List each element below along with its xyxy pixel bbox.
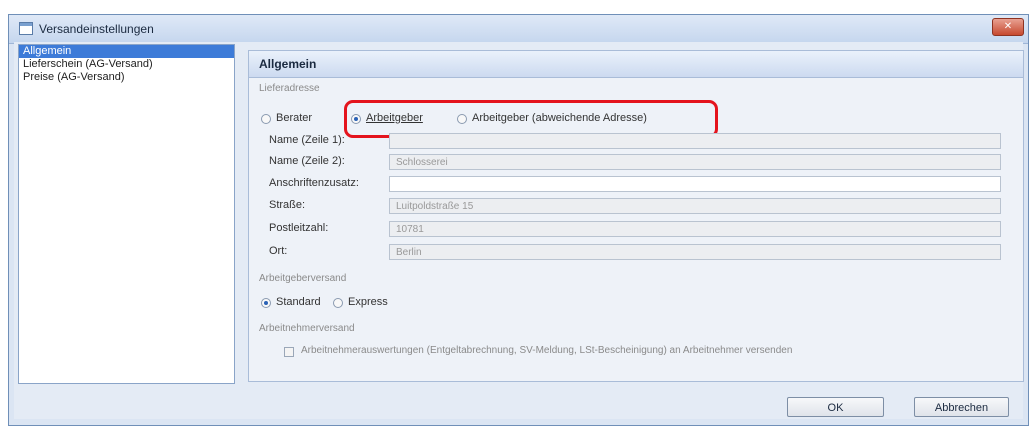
ok-button[interactable]: OK xyxy=(787,397,884,417)
radio-berater[interactable] xyxy=(261,114,271,124)
lieferadresse-group-title: Lieferadresse xyxy=(259,83,320,94)
postleitzahl-input[interactable] xyxy=(389,221,1001,237)
ort-input[interactable] xyxy=(389,244,1001,260)
name-zeile1-label: Name (Zeile 1): xyxy=(269,134,345,146)
name-zeile1-input[interactable] xyxy=(389,133,1001,149)
anschriftenzusatz-label: Anschriftenzusatz: xyxy=(269,177,359,189)
nav-item-lieferschein[interactable]: Lieferschein (AG-Versand) xyxy=(19,58,234,71)
navigation-list: Allgemein Lieferschein (AG-Versand) Prei… xyxy=(18,44,235,384)
arbeitnehmer-checkbox-label[interactable]: Arbeitnehmerauswertungen (Entgeltabrechn… xyxy=(301,345,792,356)
strasse-label: Straße: xyxy=(269,199,306,211)
arbeitnehmerversand-group-title: Arbeitnehmerversand xyxy=(259,323,355,334)
radio-berater-label[interactable]: Berater xyxy=(276,112,312,124)
ort-label: Ort: xyxy=(269,245,288,257)
name-zeile2-input[interactable] xyxy=(389,154,1001,170)
window-icon xyxy=(19,22,33,35)
dialog-content: Allgemein Lieferschein (AG-Versand) Prei… xyxy=(14,42,1024,419)
dialog-window: Versandeinstellungen ✕ Allgemein Liefers… xyxy=(8,14,1029,426)
anschriftenzusatz-input[interactable] xyxy=(389,176,1001,192)
title-bar[interactable]: Versandeinstellungen ✕ xyxy=(9,15,1028,44)
arbeitnehmer-checkbox[interactable] xyxy=(284,347,294,357)
radio-standard-label[interactable]: Standard xyxy=(276,296,321,308)
radio-express-label[interactable]: Express xyxy=(348,296,388,308)
settings-panel: Allgemein Lieferadresse Berater Arbeitge… xyxy=(248,50,1024,382)
window-title: Versandeinstellungen xyxy=(39,22,154,36)
nav-item-allgemein[interactable]: Allgemein xyxy=(19,45,234,58)
name-zeile2-label: Name (Zeile 2): xyxy=(269,155,345,167)
nav-item-preise[interactable]: Preise (AG-Versand) xyxy=(19,71,234,84)
close-button[interactable]: ✕ xyxy=(992,18,1024,36)
strasse-input[interactable] xyxy=(389,198,1001,214)
arbeitgeberversand-group-title: Arbeitgeberversand xyxy=(259,273,347,284)
radio-express[interactable] xyxy=(333,298,343,308)
panel-title: Allgemein xyxy=(249,51,1023,78)
radio-standard[interactable] xyxy=(261,298,271,308)
cancel-button[interactable]: Abbrechen xyxy=(914,397,1009,417)
postleitzahl-label: Postleitzahl: xyxy=(269,222,329,234)
